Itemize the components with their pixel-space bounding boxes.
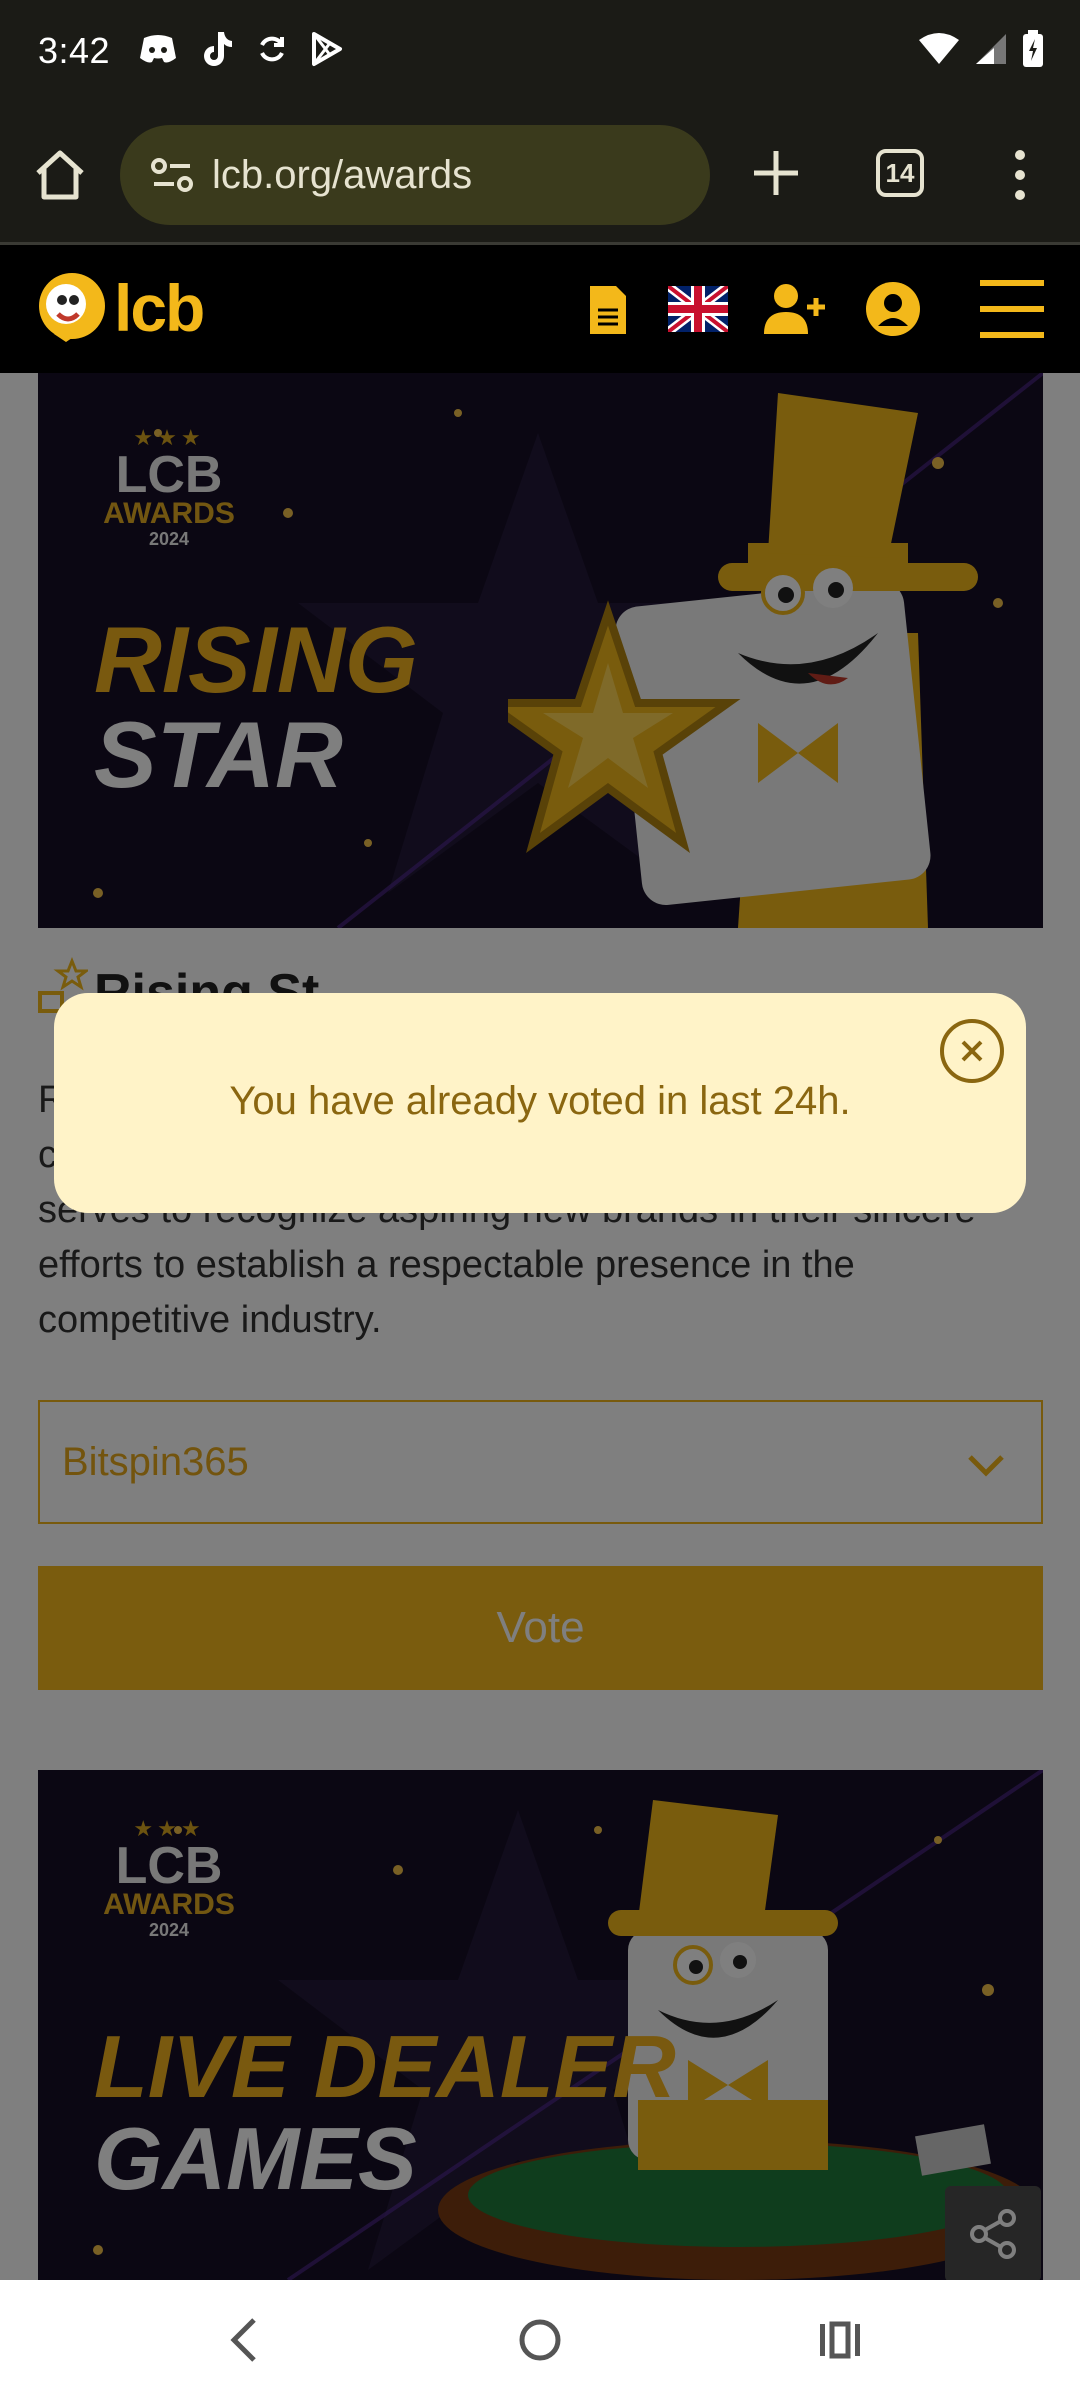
back-icon[interactable] xyxy=(222,2310,262,2370)
url-text: lcb.org/awards xyxy=(212,152,473,197)
address-bar[interactable]: lcb.org/awards xyxy=(120,125,710,225)
wifi-icon xyxy=(919,33,959,64)
document-icon[interactable] xyxy=(588,284,628,336)
more-options-icon[interactable] xyxy=(1000,145,1040,205)
account-icon[interactable] xyxy=(866,282,920,336)
home-icon[interactable] xyxy=(32,147,88,203)
toast-message: You have already voted in last 24h. xyxy=(229,1079,851,1123)
mascot-logo-icon xyxy=(39,273,105,342)
discord-icon xyxy=(140,35,176,63)
tab-switcher-button[interactable]: 14 xyxy=(876,149,924,197)
add-user-icon[interactable] xyxy=(764,282,828,336)
system-navigation-bar xyxy=(0,2280,1080,2400)
signal-icon xyxy=(976,34,1006,64)
play-store-icon xyxy=(312,32,342,66)
site-info-icon[interactable] xyxy=(150,155,194,195)
notification-icons xyxy=(138,30,344,68)
site-header: lcb xyxy=(0,248,1080,373)
uk-flag-icon[interactable] xyxy=(668,286,728,332)
hamburger-menu-icon[interactable] xyxy=(980,280,1044,338)
home-nav-icon[interactable] xyxy=(514,2310,566,2370)
close-icon xyxy=(961,1040,983,1062)
browser-toolbar: lcb.org/awards 14 xyxy=(0,105,1080,245)
status-bar: 3:42 xyxy=(0,0,1080,105)
sync-icon xyxy=(260,36,284,62)
lcb-logo[interactable]: lcb xyxy=(36,268,205,348)
recents-icon[interactable] xyxy=(816,2310,864,2370)
status-time: 3:42 xyxy=(38,30,111,71)
system-status xyxy=(918,30,1044,68)
vote-notice-toast: You have already voted in last 24h. xyxy=(54,993,1026,1213)
logo-text: lcb xyxy=(114,271,205,345)
tiktok-icon xyxy=(204,32,232,66)
modal-overlay[interactable] xyxy=(0,373,1080,2280)
new-tab-icon[interactable] xyxy=(748,145,804,201)
close-button[interactable] xyxy=(940,1019,1004,1083)
battery-icon xyxy=(1023,30,1043,67)
